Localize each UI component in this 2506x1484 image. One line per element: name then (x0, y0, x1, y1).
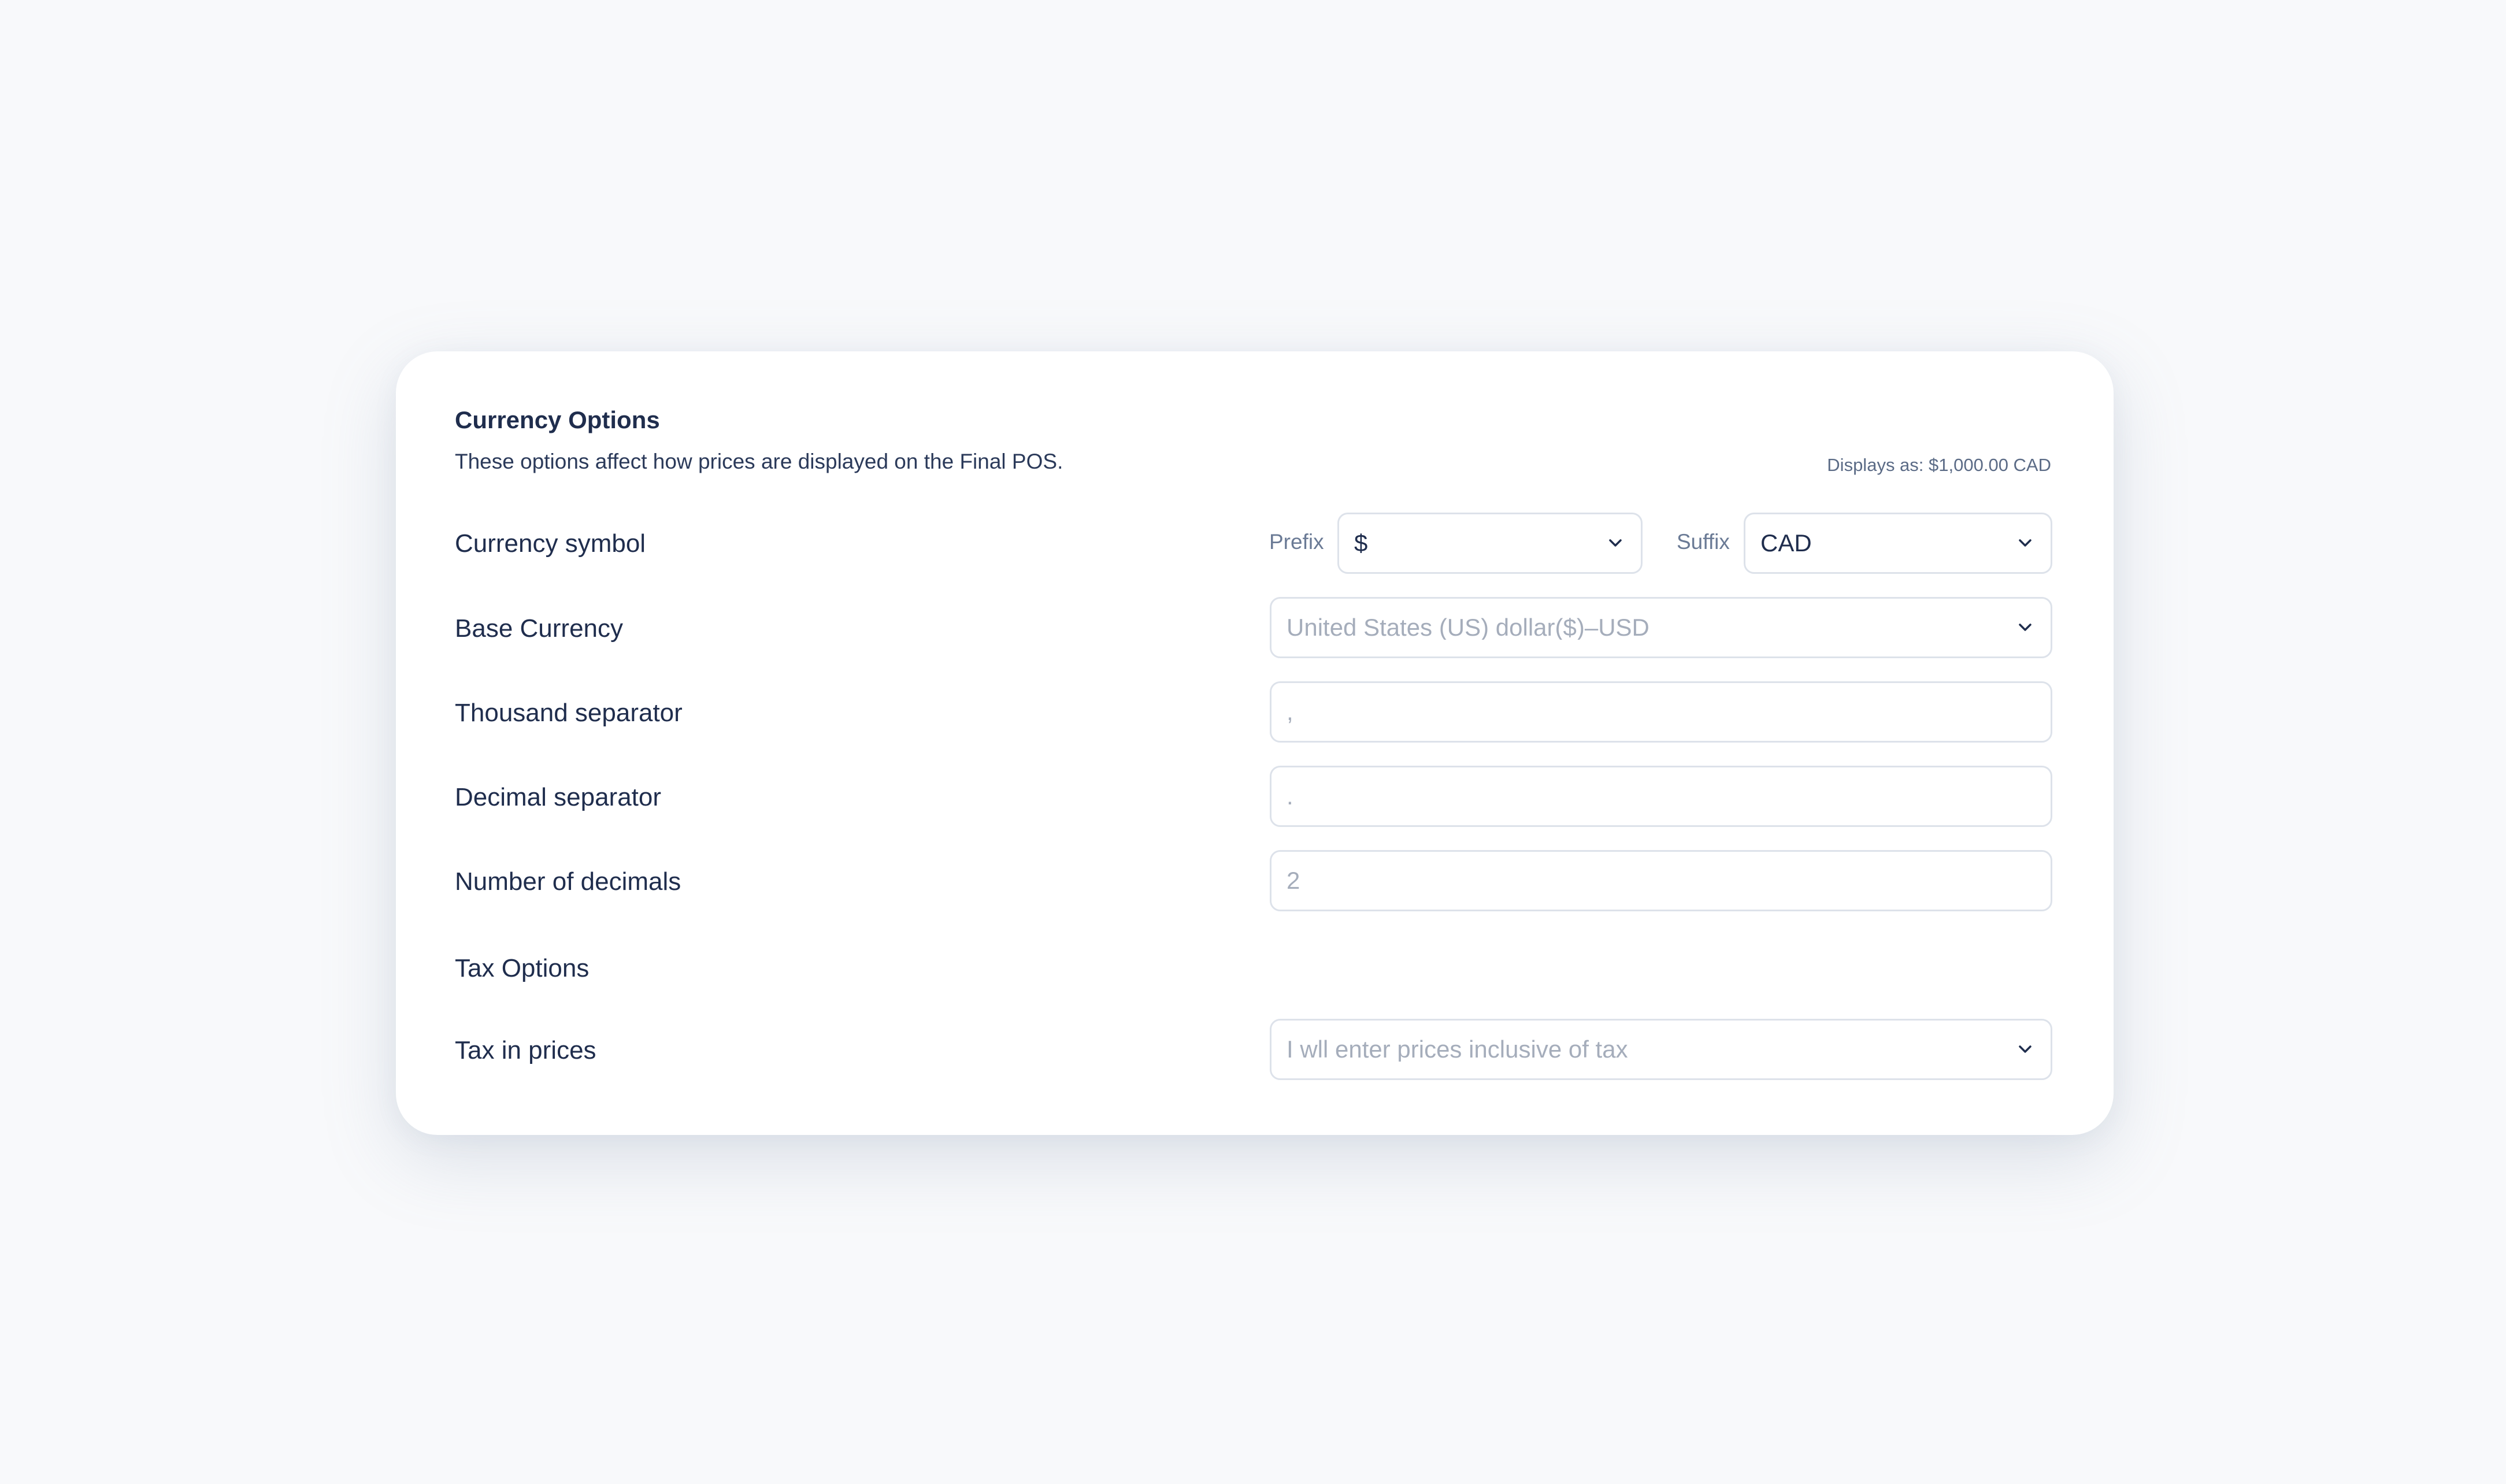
suffix-select-value: CAD (1760, 531, 1812, 555)
currency-symbol-label: Currency symbol (455, 529, 646, 558)
card-title: Currency Options (455, 406, 660, 433)
tax-in-prices-label: Tax in prices (455, 1036, 596, 1064)
chevron-down-icon (2017, 619, 2033, 636)
base-currency-label: Base Currency (455, 614, 624, 643)
base-currency-select-value: United States (US) dollar($)–USD (1287, 615, 1649, 640)
decimal-separator-value: . (1287, 784, 1293, 808)
number-of-decimals-label: Number of decimals (455, 867, 681, 896)
chevron-down-icon (2017, 535, 2033, 551)
tax-in-prices-select-value: I wll enter prices inclusive of tax (1287, 1037, 1628, 1062)
number-of-decimals-input[interactable]: 2 (1270, 850, 2052, 911)
thousand-separator-label: Thousand separator (455, 699, 683, 727)
thousand-separator-value: , (1287, 700, 1293, 724)
base-currency-select[interactable]: United States (US) dollar($)–USD (1270, 597, 2052, 658)
chevron-down-icon (2017, 1041, 2033, 1058)
number-of-decimals-value: 2 (1287, 869, 1300, 893)
prefix-select-value: $ (1354, 531, 1368, 555)
tax-in-prices-select[interactable]: I wll enter prices inclusive of tax (1270, 1019, 2052, 1080)
prefix-select[interactable]: $ (1337, 513, 1643, 574)
thousand-separator-input[interactable]: , (1270, 681, 2052, 743)
currency-options-card: Currency Options These options affect ho… (396, 351, 2114, 1135)
display-preview-note: Displays as: $1,000.00 CAD (1827, 455, 2051, 475)
tax-options-heading: Tax Options (455, 954, 590, 982)
card-description: These options affect how prices are disp… (455, 450, 1063, 473)
chevron-down-icon (1607, 535, 1623, 551)
decimal-separator-label: Decimal separator (455, 783, 662, 811)
suffix-select[interactable]: CAD (1744, 513, 2052, 574)
suffix-label: Suffix (1677, 530, 1730, 554)
prefix-label: Prefix (1269, 530, 1324, 554)
decimal-separator-input[interactable]: . (1270, 766, 2052, 827)
